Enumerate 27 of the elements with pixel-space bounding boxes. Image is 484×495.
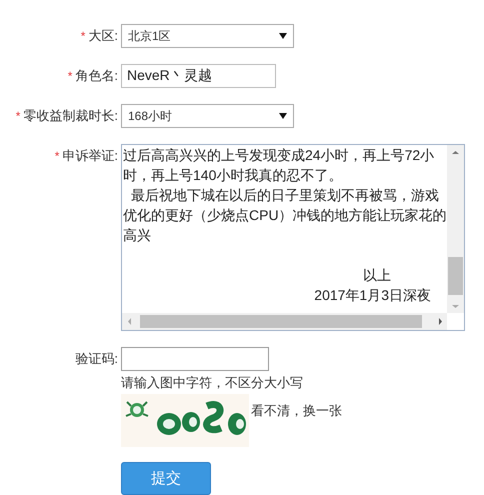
field-label: 申诉举证: xyxy=(62,147,118,165)
field-label: 大区: xyxy=(88,27,118,45)
textarea-line: 优化的更好（少烧点CPU）冲钱的地方能让玩家花的 xyxy=(122,206,447,225)
input-field[interactable] xyxy=(121,347,269,371)
required-asterisk: * xyxy=(54,149,60,163)
required-asterisk: * xyxy=(80,29,86,43)
input-field[interactable]: NeveR丶灵越 xyxy=(121,64,276,88)
required-asterisk: * xyxy=(68,69,72,83)
refresh-link[interactable]: 看不清，换一张 xyxy=(251,402,342,447)
signature-text: 以上 xyxy=(363,266,391,285)
dropdown[interactable]: 168小时 xyxy=(121,104,294,128)
field-label: 角色名: xyxy=(75,67,118,85)
signature-text: 2017年1月3日深夜 xyxy=(314,286,431,305)
field-label: 零收益制裁时长: xyxy=(23,107,118,125)
caret-icon xyxy=(279,113,287,119)
dropdown[interactable]: 北京1区 xyxy=(121,24,294,48)
vertical-scrollbar[interactable] xyxy=(447,145,464,313)
textarea-line: 时，再上号140小时我真的忍不了。 xyxy=(122,166,342,185)
field-label: 验证码: xyxy=(75,350,118,368)
textarea-field[interactable]: 过后高高兴兴的上号发现变成24小时，再上号72小 时，再上号140小时我真的忍不了。 最后祝地下城在以后的日子里策划不再被骂，游戏 优化的更好（少烧点CPU）冲钱的地方能让玩家花的 高兴 以上 2017年1月3日深夜 xyxy=(121,144,465,331)
caret-icon xyxy=(279,33,287,39)
horizontal-scrollbar[interactable] xyxy=(122,313,447,330)
textarea-line: 高兴 xyxy=(122,226,151,245)
textarea-line: 过后高高兴兴的上号发现变成24小时，再上号72小 xyxy=(122,146,434,165)
hint-text: 请输入图中字符，不区分大小写 xyxy=(121,374,304,392)
required-asterisk: * xyxy=(16,109,20,123)
textarea-line: 最后祝地下城在以后的日子里策划不再被骂，游戏 xyxy=(130,186,439,205)
